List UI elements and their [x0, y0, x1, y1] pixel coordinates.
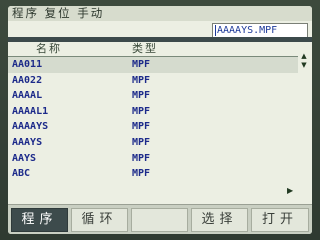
file-type-cell: MPF — [132, 59, 151, 70]
softkey-select[interactable]: 选择 — [191, 208, 248, 232]
column-header-name: 名称 — [36, 42, 62, 55]
table-row[interactable]: AAAAYS MPF — [8, 119, 298, 135]
softkey-open[interactable]: 打开 — [251, 208, 309, 232]
file-name-cell: AAAAYS — [12, 121, 49, 133]
file-type-cell: MPF — [132, 90, 151, 102]
status-text: 程序 复位 手动 — [12, 6, 105, 20]
file-type-cell: MPF — [132, 137, 151, 148]
scroll-down-icon[interactable]: ▼ — [299, 61, 309, 69]
scroll-up-icon[interactable]: ▲ — [299, 52, 309, 60]
file-type-cell: MPF — [132, 168, 151, 180]
file-type-cell: MPF — [132, 105, 151, 117]
table-row[interactable]: AA011 MPF — [8, 57, 298, 73]
file-name-value: AAAAYS.MPF — [217, 25, 278, 36]
file-name-cell: AA022 — [12, 74, 43, 86]
table-row[interactable]: AAAAL MPF — [8, 88, 298, 104]
file-name-cell: AA011 — [12, 59, 43, 70]
text-cursor — [215, 24, 216, 36]
softkey-program[interactable]: 程序 — [11, 208, 68, 232]
column-header-type: 类型 — [132, 42, 158, 55]
table-row[interactable]: ABC MPF — [8, 166, 298, 182]
file-name-cell: AAAAL1 — [12, 105, 49, 117]
table-row[interactable]: AAAAL1 MPF — [8, 104, 298, 120]
file-name-cell: AAYS — [12, 152, 37, 164]
cnc-screen: 程序 复位 手动 AAAAYS.MPF 名称 类型 ▲ ▼ AA011 MPF … — [8, 6, 312, 234]
table-row[interactable]: AAAYS MPF — [8, 135, 298, 151]
file-list: AA011 MPF AA022 MPF AAAAL MPF AAAAL1 MPF… — [8, 57, 298, 187]
file-type-cell: MPF — [132, 121, 151, 133]
monitor-bezel: 程序 复位 手动 AAAAYS.MPF 名称 类型 ▲ ▼ AA011 MPF … — [0, 0, 320, 240]
file-name-cell: AAAYS — [12, 137, 43, 148]
softkey-cycle[interactable]: 循环 — [71, 208, 128, 232]
table-row[interactable]: AAYS MPF — [8, 151, 298, 167]
table-row[interactable]: AA022 MPF — [8, 73, 298, 89]
file-name-cell: ABC — [12, 168, 31, 180]
softkey-blank[interactable] — [131, 208, 188, 232]
status-bar: 程序 复位 手动 — [8, 6, 312, 22]
file-type-cell: MPF — [132, 74, 151, 86]
column-header-row: 名称 类型 — [8, 42, 312, 56]
softkey-bar: 程序 循环 选择 打开 — [8, 204, 312, 234]
more-right-icon: ▶ — [287, 186, 294, 195]
file-name-cell: AAAAL — [12, 90, 43, 102]
file-name-input[interactable]: AAAAYS.MPF — [212, 23, 308, 38]
file-type-cell: MPF — [132, 152, 151, 164]
